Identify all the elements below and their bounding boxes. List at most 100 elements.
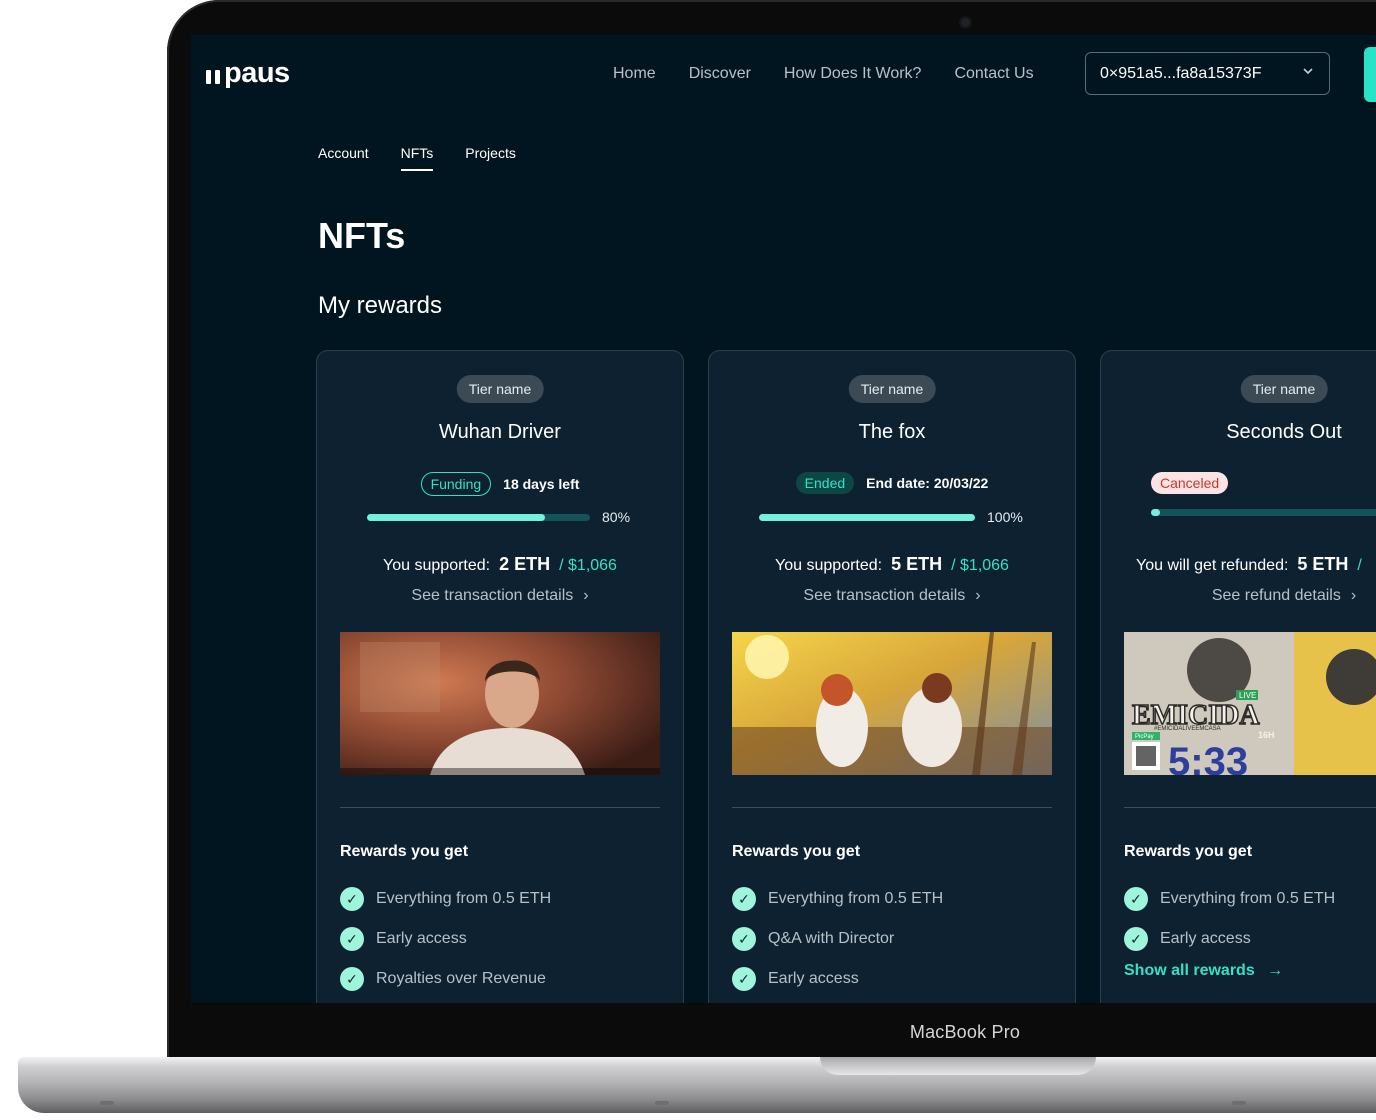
reward-item: ✓ Early access	[732, 959, 943, 999]
reward-label: Early access	[1160, 930, 1251, 947]
status-badge: Canceled	[1151, 472, 1229, 494]
reward-card: Tier name Seconds Out Canceled You will …	[1100, 350, 1376, 1003]
reward-item: ✓ Everything from 0.5 ETH	[340, 879, 551, 919]
check-circle-icon: ✓	[340, 887, 364, 911]
details-label: See transaction details	[803, 587, 966, 604]
show-all-label: Show all rewards	[1124, 962, 1255, 979]
nav-home-link[interactable]: Home	[613, 65, 656, 83]
support-label: You supported:	[383, 557, 491, 574]
reward-item: ✓ Everything from 0.5 ETH	[1124, 879, 1335, 919]
header-action-button[interactable]	[1364, 47, 1376, 102]
support-amount: 5 ETH	[1297, 554, 1349, 574]
support-row: You supported: 2 ETH / $1,066	[317, 554, 683, 575]
details-label: See transaction details	[411, 587, 574, 604]
tab-projects[interactable]: Projects	[465, 145, 516, 171]
device-label: MacBook Pro	[909, 1022, 1021, 1042]
tab-account[interactable]: Account	[318, 145, 369, 171]
support-label: You will get refunded:	[1136, 557, 1289, 574]
top-navigation: Home Discover How Does It Work? Contact …	[613, 65, 1067, 83]
check-circle-icon: ✓	[1124, 887, 1148, 911]
reward-label: Early access	[376, 930, 467, 947]
app-screen: paus Home Discover How Does It Work? Con…	[191, 35, 1376, 1003]
account-subnav: Account NFTs Projects	[318, 145, 548, 171]
transaction-details-link[interactable]: See transaction details ›	[709, 587, 1075, 605]
support-row: You supported: 5 ETH / $1,066	[709, 554, 1075, 575]
poster-hour: 16H	[1258, 730, 1275, 740]
page-title: NFTs	[318, 215, 406, 256]
progress-fill	[367, 513, 546, 521]
reward-label: Everything from 0.5 ETH	[376, 890, 552, 907]
reward-item: ✓ Early access	[1124, 919, 1335, 959]
rewards-heading: Rewards you get	[732, 843, 861, 860]
chevron-right-icon: ›	[583, 587, 589, 604]
logo-mark-icon	[206, 69, 220, 84]
reward-list: ✓ Everything from 0.5 ETH ✓ Early access…	[340, 879, 551, 999]
tab-nfts[interactable]: NFTs	[400, 145, 434, 171]
rewards-heading: Rewards you get	[1124, 843, 1253, 860]
progress-row: 100%	[759, 509, 1023, 525]
reward-label: Everything from 0.5 ETH	[768, 890, 944, 907]
reward-list: ✓ Everything from 0.5 ETH ✓ Early access	[1124, 879, 1335, 959]
laptop-foot	[655, 1101, 669, 1105]
refund-details-link[interactable]: See refund details ›	[1101, 587, 1376, 605]
divider	[732, 807, 1052, 808]
progress-fill	[759, 513, 975, 521]
reward-label: Everything from 0.5 ETH	[1160, 890, 1336, 907]
support-row: You will get refunded: 5 ETH /	[1136, 554, 1376, 575]
poster-pay-label: PicPay	[1135, 734, 1154, 740]
support-label: You supported:	[775, 557, 883, 574]
status-text: End date: 20/03/22	[866, 475, 989, 491]
divider	[1124, 807, 1376, 808]
check-circle-icon: ✓	[732, 927, 756, 951]
project-video-thumbnail[interactable]	[340, 632, 660, 775]
divider	[340, 807, 660, 808]
project-image[interactable]	[732, 632, 1052, 775]
support-usd: / $1,066	[559, 557, 617, 574]
transaction-details-link[interactable]: See transaction details ›	[317, 587, 683, 605]
status-badge: Ended	[795, 472, 855, 494]
laptop-foot	[100, 1101, 114, 1105]
section-title: My rewards	[318, 292, 443, 319]
status-text: 18 days left	[503, 476, 580, 492]
reward-label: Royalties over Revenue	[376, 970, 546, 987]
chevron-right-icon: ›	[1350, 587, 1357, 604]
nav-how-it-works-link[interactable]: How Does It Work?	[784, 65, 922, 83]
project-title: The fox	[858, 421, 926, 443]
project-title: Wuhan Driver	[439, 421, 561, 443]
progress-bar	[759, 513, 975, 521]
poster-countdown: 5:33	[1168, 740, 1248, 775]
logo[interactable]: paus	[206, 57, 290, 90]
check-circle-icon: ✓	[732, 967, 756, 991]
check-circle-icon: ✓	[732, 887, 756, 911]
laptop-base	[18, 1057, 1376, 1113]
poster-hashtag: #EMICIDALIVEEMCASA	[1154, 726, 1221, 732]
reward-card: Tier name The fox Ended End date: 20/03/…	[708, 350, 1076, 1003]
progress-row	[1151, 509, 1376, 516]
camera-icon	[961, 18, 970, 27]
reward-label: Early access	[768, 970, 859, 987]
logo-text: paus	[224, 57, 290, 89]
progress-bar	[1151, 509, 1376, 516]
wallet-dropdown[interactable]: 0×951a5...fa8a15373F	[1085, 52, 1330, 95]
poster-live-label: LIVE	[1239, 691, 1256, 700]
status-row: Canceled	[1151, 472, 1376, 494]
progress-bar	[367, 513, 590, 521]
progress-percent: 80%	[602, 509, 631, 525]
nav-contact-link[interactable]: Contact Us	[954, 65, 1033, 83]
support-amount: 2 ETH	[499, 554, 551, 574]
arrow-right-icon: →	[1267, 962, 1284, 979]
support-usd: /	[1357, 557, 1362, 574]
laptop-foot	[1232, 1101, 1246, 1105]
reward-card: Tier name Wuhan Driver Funding 18 days l…	[316, 350, 684, 1003]
reward-item: ✓ Everything from 0.5 ETH	[732, 879, 943, 919]
tier-badge: Tier name	[456, 375, 544, 403]
reward-item: ✓ Royalties over Revenue	[340, 959, 551, 999]
chevron-down-icon	[1301, 64, 1315, 83]
tier-badge: Tier name	[848, 375, 936, 403]
show-all-rewards-link[interactable]: Show all rewards →	[1124, 962, 1283, 980]
check-circle-icon: ✓	[340, 967, 364, 991]
wallet-address: 0×951a5...fa8a15373F	[1100, 64, 1262, 82]
support-amount: 5 ETH	[891, 554, 943, 574]
project-poster[interactable]: PicPay LIVE EMICIDA #EMICIDALIVEEMCASA 5…	[1124, 632, 1376, 775]
nav-discover-link[interactable]: Discover	[689, 65, 751, 83]
